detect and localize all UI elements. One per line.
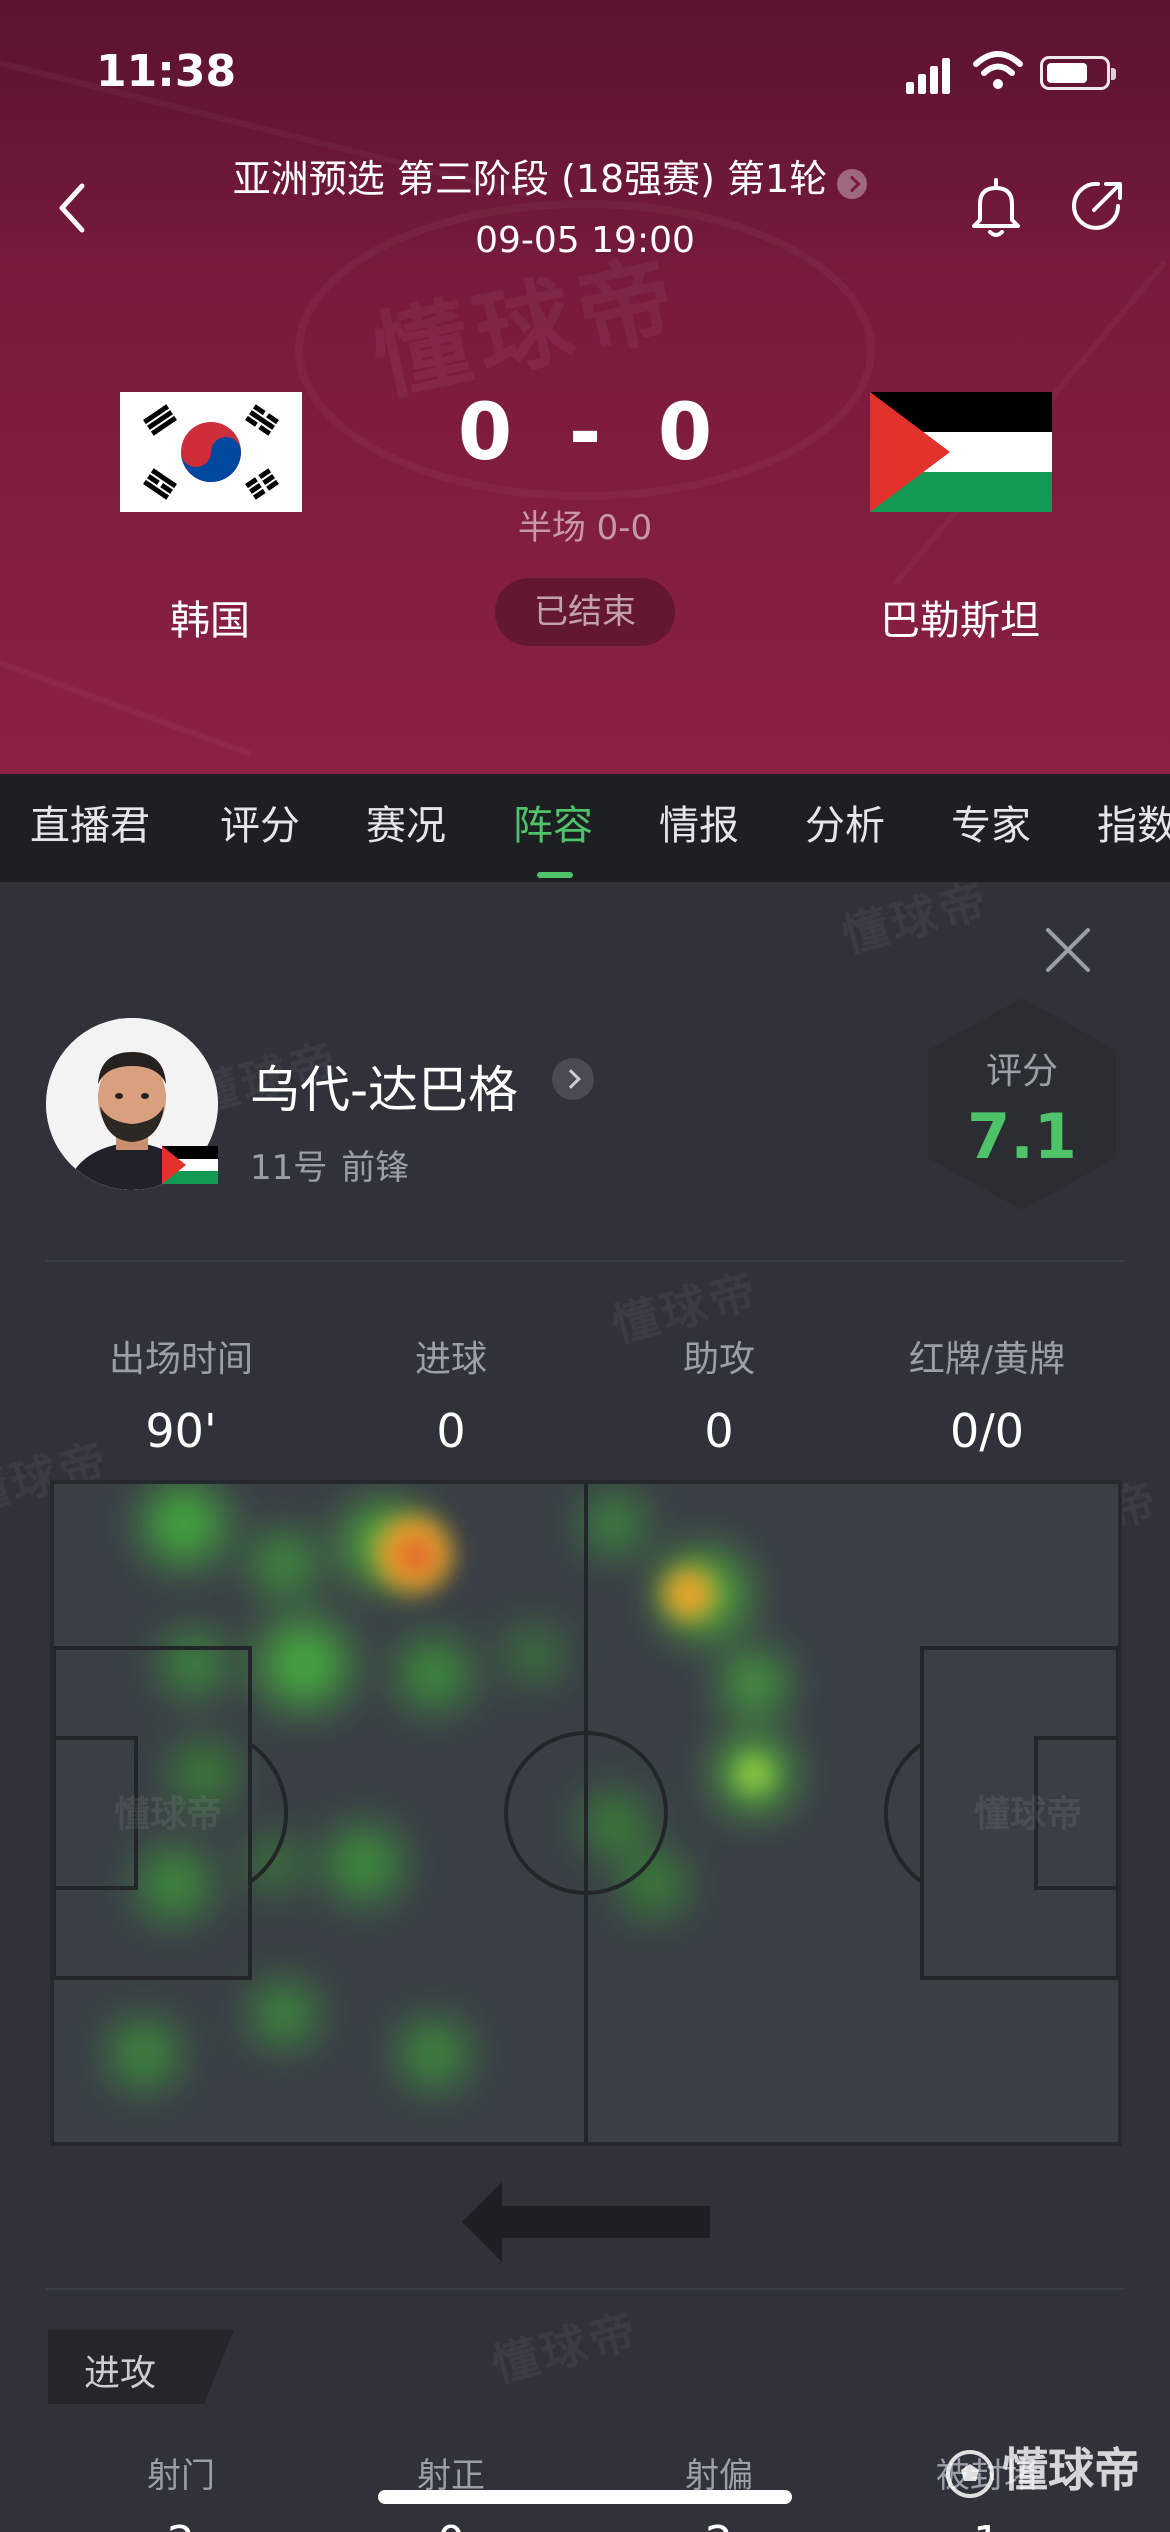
tab-intel[interactable]: 情报 <box>659 774 739 882</box>
stat-value: 0 <box>436 1404 466 1458</box>
competition-title[interactable]: 亚洲预选 第三阶段 (18强赛) 第1轮 <box>150 148 950 204</box>
player-meta: 11号 前锋 <box>250 1140 423 1189</box>
close-icon[interactable] <box>1040 922 1096 978</box>
watermark: 懂球帝 <box>486 2302 646 2394</box>
tab-live[interactable]: 直播君 <box>30 774 150 882</box>
brand-name: 懂球帝 <box>1002 2443 1140 2497</box>
stat-shots: 射门 2 <box>46 2448 316 2532</box>
player-rating: 7.1 <box>967 1100 1077 1173</box>
home-team-flag[interactable] <box>120 392 302 512</box>
stat-value: 0 <box>704 1404 734 1458</box>
status-time: 11:38 <box>96 46 237 97</box>
competition-name: 亚洲预选 第三阶段 (18强赛) 第1轮 <box>232 157 828 201</box>
player-number: 11号 <box>250 1148 328 1188</box>
tab-ratings[interactable]: 评分 <box>220 774 300 882</box>
pitch-watermark: 懂球帝 <box>974 1794 1082 1835</box>
tab-bar: 直播君 评分 赛况 阵容 情报 分析 专家 指数 <box>0 774 1170 882</box>
stat-value: 90' <box>145 1404 217 1458</box>
back-icon[interactable] <box>52 178 92 238</box>
cellular-signal-icon <box>906 58 952 94</box>
chevron-right-icon[interactable] <box>552 1058 594 1100</box>
player-heatmap: 懂球帝 懂球帝 <box>54 1484 1118 2142</box>
divider <box>46 1260 1124 1262</box>
tab-match-events[interactable]: 赛况 <box>366 774 446 882</box>
chevron-right-icon <box>837 168 868 199</box>
share-icon[interactable] <box>1068 176 1128 236</box>
home-indicator[interactable] <box>378 2490 792 2504</box>
stat-label: 助攻 <box>682 1339 755 1380</box>
bell-icon[interactable] <box>966 176 1026 240</box>
header-decoration-line <box>0 649 252 757</box>
away-team-name[interactable]: 巴勒斯坦 <box>830 588 1090 646</box>
stat-label: 进球 <box>414 1339 487 1380</box>
pitch-watermark: 懂球帝 <box>114 1794 222 1835</box>
stat-label: 出场时间 <box>108 1339 253 1380</box>
stat-assists: 助攻 0 <box>584 1330 854 1458</box>
rating-label: 评分 <box>985 1051 1058 1092</box>
match-datetime: 09-05 19:00 <box>475 220 695 261</box>
tab-lineup[interactable]: 阵容 <box>513 774 593 882</box>
stat-goals: 进球 0 <box>316 1330 586 1458</box>
active-tab-indicator <box>537 872 573 878</box>
player-detail-panel: 懂球帝 懂球帝 懂球帝 懂球帝 懂球帝 懂球帝 乌代-达巴格 11号前锋 <box>0 882 1170 2532</box>
stat-value: 0 <box>316 2517 586 2532</box>
home-team-name[interactable]: 韩国 <box>80 588 340 646</box>
tab-experts[interactable]: 专家 <box>951 774 1031 882</box>
away-score: 0 <box>657 388 713 478</box>
tab-odds[interactable]: 指数 <box>1097 774 1170 882</box>
player-nationality-flag <box>162 1146 218 1184</box>
watermark: 懂球帝 <box>836 882 996 964</box>
match-status-badge: 已结束 <box>495 578 675 646</box>
attack-direction-arrow-icon <box>462 2182 710 2262</box>
half-time-score: 半场 0-0 <box>517 508 653 548</box>
away-team-flag[interactable] <box>870 392 1052 512</box>
brand-logo: 懂球帝 <box>944 2434 1140 2504</box>
attack-section-title: 进攻 <box>84 2353 157 2394</box>
wifi-icon <box>973 51 1023 89</box>
divider <box>46 2288 1124 2290</box>
player-name[interactable]: 乌代-达巴格 <box>250 1050 518 1122</box>
stat-value: 2 <box>584 2517 854 2532</box>
stat-minutes-played: 出场时间 90' <box>46 1330 316 1458</box>
stat-cards: 红牌/黄牌 0/0 <box>852 1330 1122 1458</box>
stat-value: 2 <box>46 2517 316 2532</box>
stat-label: 射门 <box>147 2456 215 2496</box>
brand-ball-icon <box>946 2449 994 2498</box>
stat-value: 1 <box>852 2517 1122 2532</box>
stat-value: 0/0 <box>949 1404 1025 1458</box>
battery-icon <box>1040 56 1116 90</box>
heatmap-pitch: 懂球帝 懂球帝 <box>50 1480 1122 2146</box>
stat-label: 红牌/黄牌 <box>908 1339 1066 1380</box>
tab-analysis[interactable]: 分析 <box>805 774 885 882</box>
match-header: 懂球帝 11:38 亚洲预选 第三阶段 (18强赛) 第1轮 09-05 19:… <box>0 0 1170 774</box>
player-position: 前锋 <box>341 1148 410 1188</box>
status-bar: 11:38 <box>0 0 1170 140</box>
